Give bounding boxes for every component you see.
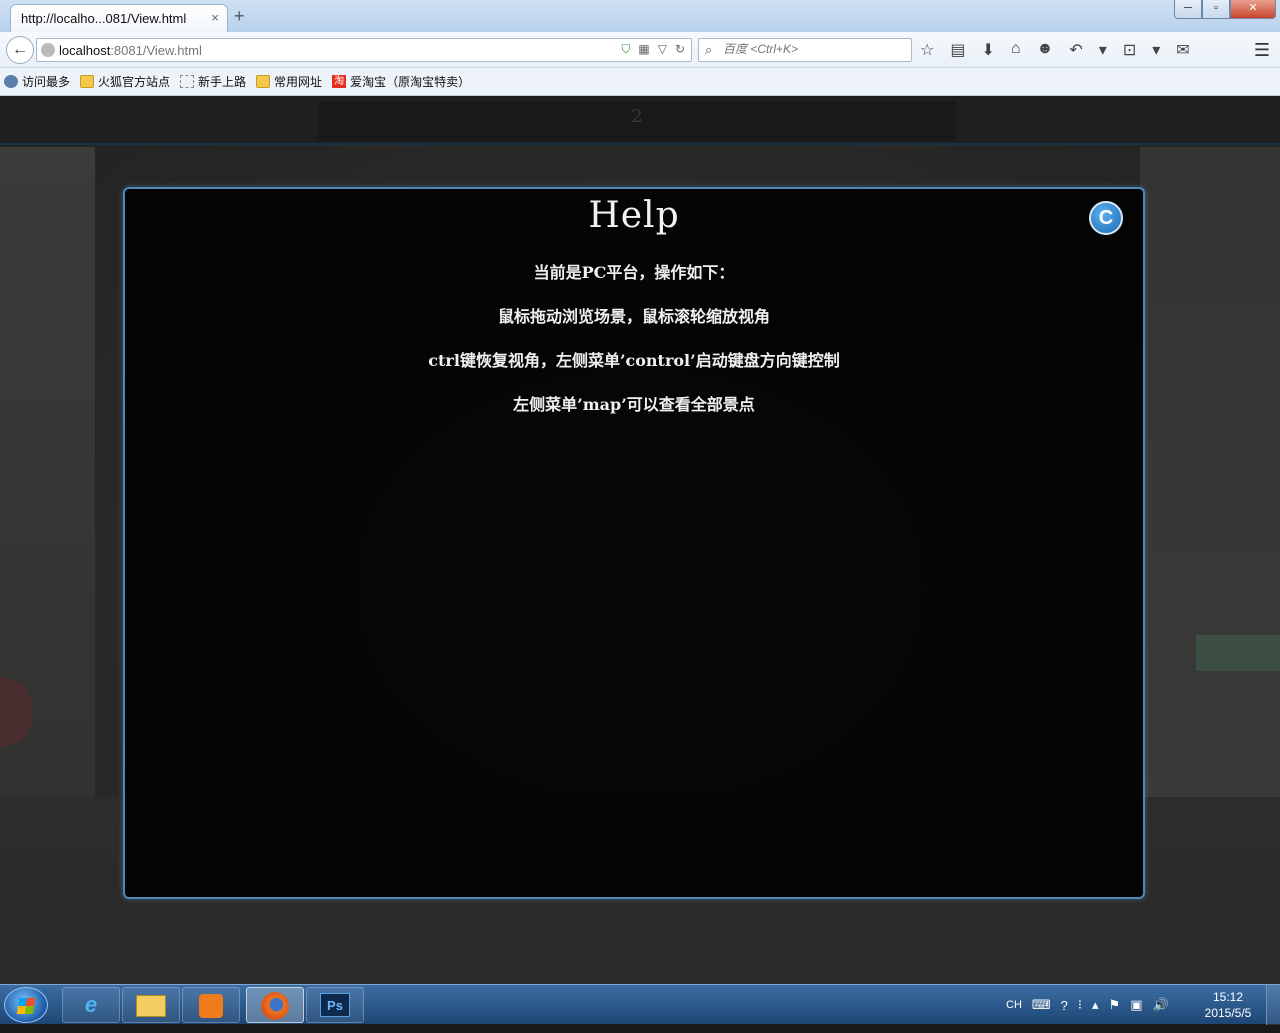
media-player-icon: [199, 994, 223, 1018]
show-hidden-icons[interactable]: ▴: [1092, 997, 1099, 1013]
system-tray: CH ⌨ ? ⁝ ▴ ⚑ ▣ 🔊: [1006, 985, 1169, 1025]
close-window-button[interactable]: ✕: [1230, 0, 1276, 19]
help-title: Help: [588, 195, 680, 236]
shield-icon[interactable]: ⛉: [621, 42, 630, 57]
navigation-toolbar: ← localhost:8081/View.html ⛉ ▦ ▽ ↻ ⌕ ☆ ▤…: [0, 32, 1280, 68]
internet-explorer-icon: e: [84, 992, 98, 1017]
undo-icon[interactable]: ↶: [1069, 40, 1082, 60]
url-icons: ⛉ ▦ ▽ ↻: [621, 42, 685, 57]
search-icon: ⌕: [705, 42, 713, 57]
reload-icon[interactable]: ↻: [675, 42, 685, 57]
back-arrow-icon[interactable]: ←: [6, 36, 34, 64]
toolbar-icons: ☆ ▤ ⬇ ⌂ ☻ ↶ ▾ ⊡ ▾ ✉: [920, 40, 1190, 60]
taskbar-internet-explorer[interactable]: e: [62, 987, 120, 1023]
bookmark-firefox-official[interactable]: 火狐官方站点: [80, 73, 170, 90]
gear-icon: [4, 75, 18, 88]
home-icon[interactable]: ⌂: [1011, 40, 1021, 60]
url-text[interactable]: localhost:8081/View.html: [59, 43, 202, 58]
tab-close-icon[interactable]: ×: [211, 10, 219, 25]
photoshop-icon: Ps: [320, 993, 350, 1017]
network-icon[interactable]: ▣: [1130, 997, 1142, 1013]
bookmark-star-icon[interactable]: ☆: [920, 40, 934, 60]
taskbar-media-player[interactable]: [182, 987, 240, 1023]
keyboard-icon[interactable]: ⌨: [1032, 997, 1051, 1013]
folder-icon: [80, 75, 95, 88]
chat-icon[interactable]: ☻: [1037, 40, 1054, 60]
browser-tab[interactable]: http://localho...081/View.html ×: [10, 4, 228, 32]
page-header: 2: [0, 97, 1280, 145]
crop-dropdown-icon[interactable]: ▾: [1152, 40, 1160, 60]
window-controls: ─ ▫ ✕: [1174, 0, 1276, 20]
start-button[interactable]: [4, 987, 48, 1023]
site-identity-icon[interactable]: [41, 43, 55, 57]
help-line: 鼠标拖动浏览场景，鼠标滚轮缩放视角: [497, 307, 770, 326]
address-bar[interactable]: localhost:8081/View.html ⛉ ▦ ▽ ↻: [36, 38, 692, 62]
help-icon[interactable]: ?: [1061, 998, 1068, 1013]
scene-title: 2: [318, 101, 956, 141]
bookmark-common-sites[interactable]: 常用网址: [256, 73, 322, 90]
page-content: 2 Help C 当前是PC平台，操作如下： 鼠标拖动浏览场景，鼠标滚轮缩放视角…: [0, 97, 1280, 984]
page-icon: [180, 75, 195, 88]
clock-time: 15:12: [1212, 990, 1244, 1004]
search-box[interactable]: ⌕: [698, 38, 912, 62]
bookmark-most-visited[interactable]: 访问最多: [4, 73, 70, 90]
help-line: ctrl键恢复视角，左侧菜单’control’启动键盘方向键控制: [428, 351, 840, 370]
folder-icon: [256, 75, 271, 88]
undo-dropdown-icon[interactable]: ▾: [1099, 40, 1107, 60]
firefox-icon: [261, 992, 289, 1020]
maximize-button[interactable]: ▫: [1202, 0, 1230, 19]
bookmarks-bar: 访问最多 火狐官方站点 新手上路 常用网址 淘 爱淘宝（原淘宝特卖）: [0, 68, 1280, 96]
language-indicator[interactable]: CH: [1006, 999, 1022, 1011]
action-center-icon[interactable]: ⚑: [1109, 997, 1121, 1013]
bookmark-getting-started[interactable]: 新手上路: [180, 73, 246, 90]
tab-title: http://localho...081/View.html: [21, 11, 187, 26]
minimize-button[interactable]: ─: [1174, 0, 1202, 19]
help-line: 当前是PC平台，操作如下：: [533, 263, 735, 282]
help-dialog: Help C 当前是PC平台，操作如下： 鼠标拖动浏览场景，鼠标滚轮缩放视角 c…: [123, 187, 1145, 899]
scene-background-sign: [1196, 635, 1280, 671]
browser-titlebar: http://localho...081/View.html × + ─ ▫ ✕: [0, 0, 1280, 32]
taskbar-photoshop[interactable]: Ps: [306, 987, 364, 1023]
help-line: 左侧菜单’map’可以查看全部景点: [513, 395, 755, 414]
taobao-icon: 淘: [332, 75, 347, 88]
search-input[interactable]: [723, 42, 903, 56]
bookmark-ai-taobao[interactable]: 淘 爱淘宝（原淘宝特卖）: [332, 73, 470, 90]
help-instructions: 当前是PC平台，操作如下： 鼠标拖动浏览场景，鼠标滚轮缩放视角 ctrl键恢复视…: [125, 259, 1143, 435]
reading-list-icon[interactable]: ▤: [950, 40, 965, 60]
message-icon[interactable]: ✉: [1176, 40, 1189, 60]
crop-icon[interactable]: ⊡: [1123, 40, 1136, 60]
system-clock[interactable]: 15:12 2015/5/5: [1196, 989, 1260, 1021]
folder-icon: [136, 995, 166, 1017]
taskbar-firefox[interactable]: [246, 987, 304, 1023]
new-tab-button[interactable]: +: [234, 6, 245, 27]
clock-date: 2015/5/5: [1204, 1006, 1252, 1020]
show-desktop-button[interactable]: [1266, 985, 1280, 1025]
hamburger-menu-icon[interactable]: ☰: [1254, 40, 1270, 61]
close-help-button[interactable]: C: [1089, 201, 1123, 235]
dropdown-arrow-icon[interactable]: ▽: [658, 42, 667, 57]
windows-taskbar: e Ps CH ⌨ ? ⁝ ▴ ⚑ ▣ 🔊 15:12 2015/5/5: [0, 984, 1280, 1025]
download-icon[interactable]: ⬇: [981, 40, 994, 60]
taskbar-file-explorer[interactable]: [122, 987, 180, 1023]
qr-code-icon[interactable]: ▦: [638, 42, 649, 57]
volume-icon[interactable]: 🔊: [1153, 997, 1169, 1013]
tray-options-icon[interactable]: ⁝: [1078, 997, 1082, 1013]
